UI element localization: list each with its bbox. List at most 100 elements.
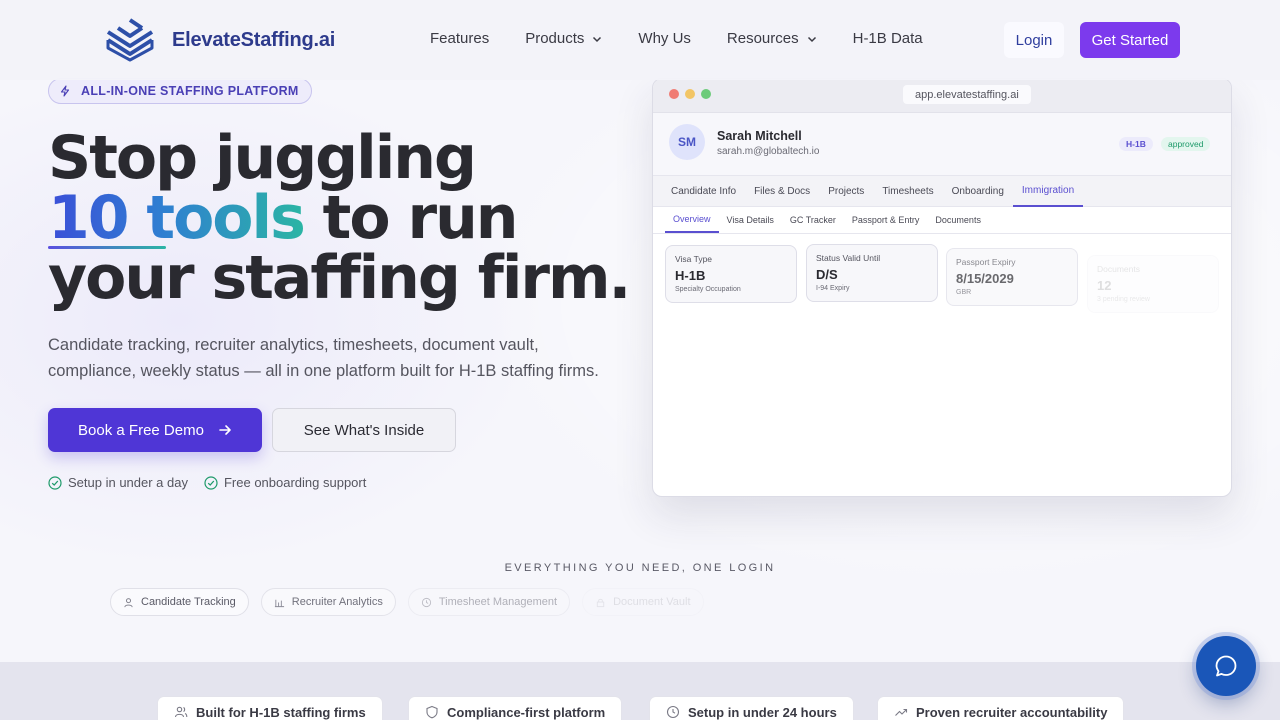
avatar: SM: [669, 124, 705, 160]
nav-link-label: Features: [430, 30, 490, 47]
card-note: 3 pending review: [1097, 296, 1150, 303]
tab-immigration[interactable]: Immigration: [1012, 176, 1084, 207]
arrow-right-icon: [219, 425, 231, 435]
pill-label: Recruiter Analytics: [291, 596, 383, 608]
subtab-visa-details[interactable]: Visa Details: [719, 207, 782, 233]
chevron-down-icon: [593, 36, 602, 42]
pill-timesheet-management[interactable]: Timesheet Management: [407, 588, 571, 616]
close-dot: [669, 89, 679, 99]
tab-candidate-info[interactable]: Candidate Info: [653, 176, 745, 207]
login-button[interactable]: Login: [1004, 22, 1064, 58]
card-note: Specialty Occupation: [675, 286, 741, 293]
nav-link-label: Products: [525, 30, 585, 47]
candidate-name: Sarah Mitchell: [717, 129, 802, 143]
feature-chip-setup: Setup in under 24 hours: [649, 696, 854, 720]
pill-candidate-tracking[interactable]: Candidate Tracking: [110, 588, 249, 616]
hero-title: Stop juggling 10 tools to run your staff…: [48, 123, 631, 313]
feature-chip-accountability: Proven recruiter accountability: [877, 696, 1125, 720]
brand-logo[interactable]: ElevateStaffing.ai: [104, 18, 335, 62]
check-label: Free onboarding support: [223, 475, 367, 490]
nav-links: Features Products Why Us Resources H-1B …: [430, 30, 959, 47]
user-icon: [124, 597, 133, 607]
feature-pills: Candidate Tracking Recruiter Analytics T…: [110, 588, 716, 616]
nav-link-features[interactable]: Features: [430, 30, 489, 47]
documents-card: Documents 12 3 pending review: [1087, 255, 1219, 313]
hero-subtitle: Candidate tracking, recruiter analytics,…: [48, 336, 599, 380]
check-circle-icon: [204, 475, 218, 490]
maximize-dot: [701, 89, 711, 99]
card-note: I-94 Expiry: [816, 285, 850, 292]
clock-icon: [421, 597, 431, 607]
minimize-dot: [685, 89, 695, 99]
lightning-bolt-icon: [60, 85, 70, 97]
trend-icon: [895, 708, 908, 716]
nav-link-resources[interactable]: Resources: [727, 30, 817, 47]
feature-chip-label: Compliance-first platform: [447, 704, 606, 720]
chat-support-button[interactable]: [1196, 636, 1256, 696]
stacked-layers-logo-icon: [106, 18, 154, 62]
visa-badge: H-1B: [1119, 137, 1153, 151]
nav-link-label: Resources: [726, 30, 799, 47]
top-navbar: ElevateStaffing.ai Features Products Why…: [0, 0, 1280, 80]
bar-chart-icon: [274, 599, 284, 607]
hero-title-highlight: 10 tools: [48, 183, 306, 253]
feature-chip-h1b: Built for H-1B staffing firms: [157, 696, 383, 720]
card-label: Documents: [1097, 264, 1140, 274]
passport-expiry-card: Passport Expiry 8/15/2029 GBR: [946, 248, 1078, 306]
pill-label: Document Vault: [613, 596, 691, 608]
card-label: Passport Expiry: [956, 257, 1016, 267]
hero-badge-label: ALL-IN-ONE STAFFING PLATFORM: [81, 84, 299, 98]
clock-icon: [666, 705, 680, 719]
see-whats-inside-button[interactable]: See What's Inside: [272, 408, 456, 452]
feature-chip-label: Setup in under 24 hours: [688, 704, 837, 720]
candidate-email: sarah.m@globaltech.io: [717, 146, 820, 157]
hero-title-line2: 10 tools to run: [48, 188, 629, 248]
hero-title-line3: your staffing firm.: [48, 243, 631, 313]
immigration-summary-cards: Visa Type H-1B Specialty Occupation Stat…: [653, 234, 1231, 324]
lock-icon: [596, 598, 605, 607]
subtab-overview[interactable]: Overview: [665, 207, 719, 233]
pill-document-vault[interactable]: Document Vault: [582, 588, 704, 616]
feature-chip-compliance: Compliance-first platform: [408, 696, 623, 720]
users-icon: [174, 706, 188, 718]
tab-projects[interactable]: Projects: [819, 176, 873, 207]
card-label: Status Valid Until: [816, 253, 881, 263]
subtab-gc-tracker[interactable]: GC Tracker: [782, 207, 844, 233]
book-demo-label: Book a Free Demo: [78, 421, 204, 439]
immigration-subtabs: Overview Visa Details GC Tracker Passpor…: [653, 207, 1231, 234]
check-label: Setup in under a day: [68, 475, 188, 490]
subtab-documents[interactable]: Documents: [927, 207, 989, 233]
get-started-button[interactable]: Get Started: [1080, 22, 1180, 58]
tab-onboarding[interactable]: Onboarding: [943, 176, 1013, 207]
subtab-passport-entry[interactable]: Passport & Entry: [844, 207, 928, 233]
browser-bar: app.elevatestaffing.ai: [653, 79, 1231, 113]
card-value: H-1B: [675, 268, 706, 283]
feature-chip-label: Proven recruiter accountability: [916, 704, 1108, 720]
status-badge: approved: [1161, 137, 1211, 151]
nav-link-why-us[interactable]: Why Us: [638, 30, 691, 47]
nav-link-label: H-1B Data: [852, 30, 923, 47]
pill-recruiter-analytics[interactable]: Recruiter Analytics: [260, 588, 396, 616]
app-preview-window: app.elevatestaffing.ai SM Sarah Mitchell…: [652, 78, 1232, 497]
nav-link-h1b-data[interactable]: H-1B Data: [853, 30, 923, 47]
pill-label: Candidate Tracking: [141, 596, 236, 608]
candidate-profile-header: SM Sarah Mitchell sarah.m@globaltech.io …: [653, 113, 1231, 175]
highlight-underline: [48, 246, 166, 249]
browser-url: app.elevatestaffing.ai: [903, 85, 1031, 104]
hero-badge: ALL-IN-ONE STAFFING PLATFORM: [48, 78, 312, 104]
section-heading: EVERYTHING YOU NEED, ONE LOGIN: [504, 562, 776, 574]
shield-icon: [426, 705, 438, 719]
card-label: Visa Type: [675, 254, 713, 264]
nav-link-products[interactable]: Products: [525, 30, 602, 47]
check-item: Setup in under a day: [48, 475, 188, 490]
chat-bubble-icon: [1215, 655, 1237, 677]
nav-link-label: Why Us: [638, 30, 691, 47]
profile-tabs: Candidate Info Files & Docs Projects Tim…: [653, 175, 1231, 207]
tab-timesheets[interactable]: Timesheets: [873, 176, 942, 207]
hero-title-line1: Stop juggling: [48, 123, 477, 193]
tab-files-docs[interactable]: Files & Docs: [745, 176, 819, 207]
hero-checks: Setup in under a day Free onboarding sup…: [48, 475, 382, 490]
feature-chip-label: Built for H-1B staffing firms: [196, 704, 366, 720]
brand-name: ElevateStaffing.ai: [172, 28, 336, 51]
book-demo-button[interactable]: Book a Free Demo: [48, 408, 262, 452]
